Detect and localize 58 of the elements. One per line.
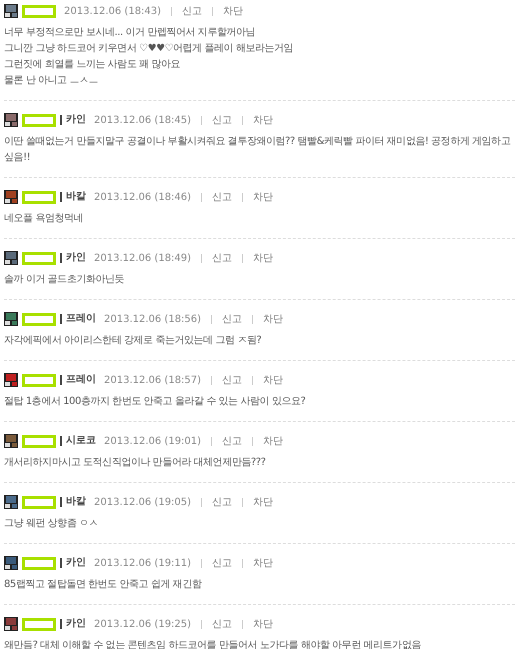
block-link[interactable]: 차단 xyxy=(253,494,274,510)
comment-text: 너무 부정적으로만 보시네... 이거 만렙찍어서 지루할꺼아님 그니깐 그냥 하드코어 키우면서 ♡♥♥♡어렵게 플레이 해보라는거임 그런짓에 희열를 느끼는 사람도 꽤 많아요 물론 난 아니고 ㅡㅅㅡ xyxy=(4,26,294,88)
comment-date: 2013.12.06 (19:25) xyxy=(94,618,192,632)
redaction-box xyxy=(22,618,56,630)
redaction-box xyxy=(22,312,56,326)
comment-date: 2013.12.06 (18:43) xyxy=(64,4,162,18)
block-link[interactable]: 차단 xyxy=(253,250,274,266)
comment-date: 2013.12.06 (18:57) xyxy=(104,374,202,388)
class-name: 카인 xyxy=(60,619,86,629)
report-link[interactable]: 신고 xyxy=(212,556,232,570)
report-link[interactable]: 신고 xyxy=(212,616,232,632)
class-name: 카인 xyxy=(60,115,86,125)
comment-text: 절탑 1층에서 100층까지 한번도 안죽고 올라갈 수 있는 사람이 있으요? xyxy=(4,395,306,409)
redaction-box xyxy=(22,496,56,508)
block-link[interactable]: 차단 xyxy=(263,434,284,448)
block-link[interactable]: 차단 xyxy=(253,190,274,204)
redaction-box xyxy=(22,190,56,204)
class-name: 카인 xyxy=(60,253,86,263)
comment-text: 솔까 이거 골드초기화아닌듯 xyxy=(4,273,126,287)
redaction-box xyxy=(22,434,56,448)
redaction-box xyxy=(22,114,56,126)
report-link[interactable]: 신고 xyxy=(212,190,232,204)
report-link[interactable]: 신고 xyxy=(222,434,242,448)
comment-date: 2013.12.06 (18:56) xyxy=(104,312,202,326)
report-link[interactable]: 신고 xyxy=(182,4,202,18)
comment-text: 개서리하지마시고 도적신직업이나 만들어라 대체언제만듬??? xyxy=(4,456,267,470)
class-name: 카인 xyxy=(60,558,86,568)
block-link[interactable]: 차단 xyxy=(263,372,284,388)
class-name: 바칼 xyxy=(60,192,86,202)
redaction-box xyxy=(22,556,56,570)
block-link[interactable]: 차단 xyxy=(253,616,274,632)
block-link[interactable]: 차단 xyxy=(253,112,274,128)
redaction-box xyxy=(22,4,56,18)
block-link[interactable]: 차단 xyxy=(263,312,284,326)
comment-date: 2013.12.06 (19:11) xyxy=(94,556,192,570)
block-link[interactable]: 차단 xyxy=(253,556,274,570)
report-link[interactable]: 신고 xyxy=(212,112,232,128)
comment-date: 2013.12.06 (18:46) xyxy=(94,190,192,204)
comment-date: 2013.12.06 (19:05) xyxy=(94,496,192,510)
block-link[interactable]: 차단 xyxy=(223,4,244,18)
comment-text: 자각에픽에서 아이리스한테 강제로 죽는거있는데 그럼 ㅈ됨? xyxy=(4,334,262,348)
report-link[interactable]: 신고 xyxy=(222,312,242,326)
comment-date: 2013.12.06 (18:49) xyxy=(94,252,192,266)
class-name: 프레이 xyxy=(60,375,96,385)
class-name: 시로코 xyxy=(60,436,96,446)
report-link[interactable]: 신고 xyxy=(212,494,232,510)
class-name: 바칼 xyxy=(60,497,86,507)
comment-text: 85랩찍고 절탑돌면 한번도 안죽고 쉽게 재긴함 xyxy=(4,578,203,592)
comment-text: 그냥 웨펀 상향좀 ㅇㅅ xyxy=(4,517,100,531)
report-link[interactable]: 신고 xyxy=(212,250,232,266)
comment-text: 네오플 욕엄청먹네 xyxy=(4,212,84,226)
comment-date: 2013.12.06 (19:01) xyxy=(104,434,202,448)
report-link[interactable]: 신고 xyxy=(222,372,242,388)
class-name: 프레이 xyxy=(60,314,96,324)
comment-date: 2013.12.06 (18:45) xyxy=(94,114,192,128)
redaction-box xyxy=(22,252,56,264)
comment-text: 이딴 쓸때없는거 만들지말구 공결이나 부활시켜줘요 결투장왜이럼?? 탬빨&케릭빨 파이터 재미없음! 공정하게 게임하고싶음!! xyxy=(4,135,512,165)
redaction-box xyxy=(22,374,56,386)
